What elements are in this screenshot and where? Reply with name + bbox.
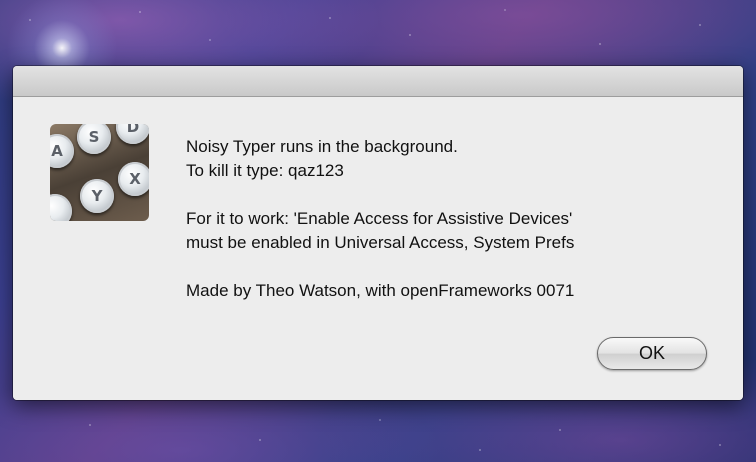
key-s: S [77, 124, 111, 154]
key-x: X [118, 162, 149, 196]
message-line: For it to work: 'Enable Access for Assis… [186, 209, 573, 228]
key-d: D [116, 124, 149, 144]
key-y: Y [80, 179, 114, 213]
message-line: Made by Theo Watson, with openFrameworks… [186, 281, 575, 300]
message-line: Noisy Typer runs in the background. [186, 137, 458, 156]
message-line: must be enabled in Universal Access, Sys… [186, 233, 575, 252]
alert-dialog: A S D Y X Noisy Typer runs in the backgr… [13, 66, 743, 400]
typewriter-keys-icon: A S D Y X [50, 124, 149, 221]
dialog-titlebar[interactable] [13, 66, 743, 97]
ok-button[interactable]: OK [597, 337, 707, 370]
message-line: To kill it type: qaz123 [186, 161, 344, 180]
dialog-content: A S D Y X Noisy Typer runs in the backgr… [13, 97, 743, 400]
key-a: A [50, 134, 74, 168]
alert-message: Noisy Typer runs in the background. To k… [186, 135, 574, 303]
key-partial [50, 194, 72, 221]
